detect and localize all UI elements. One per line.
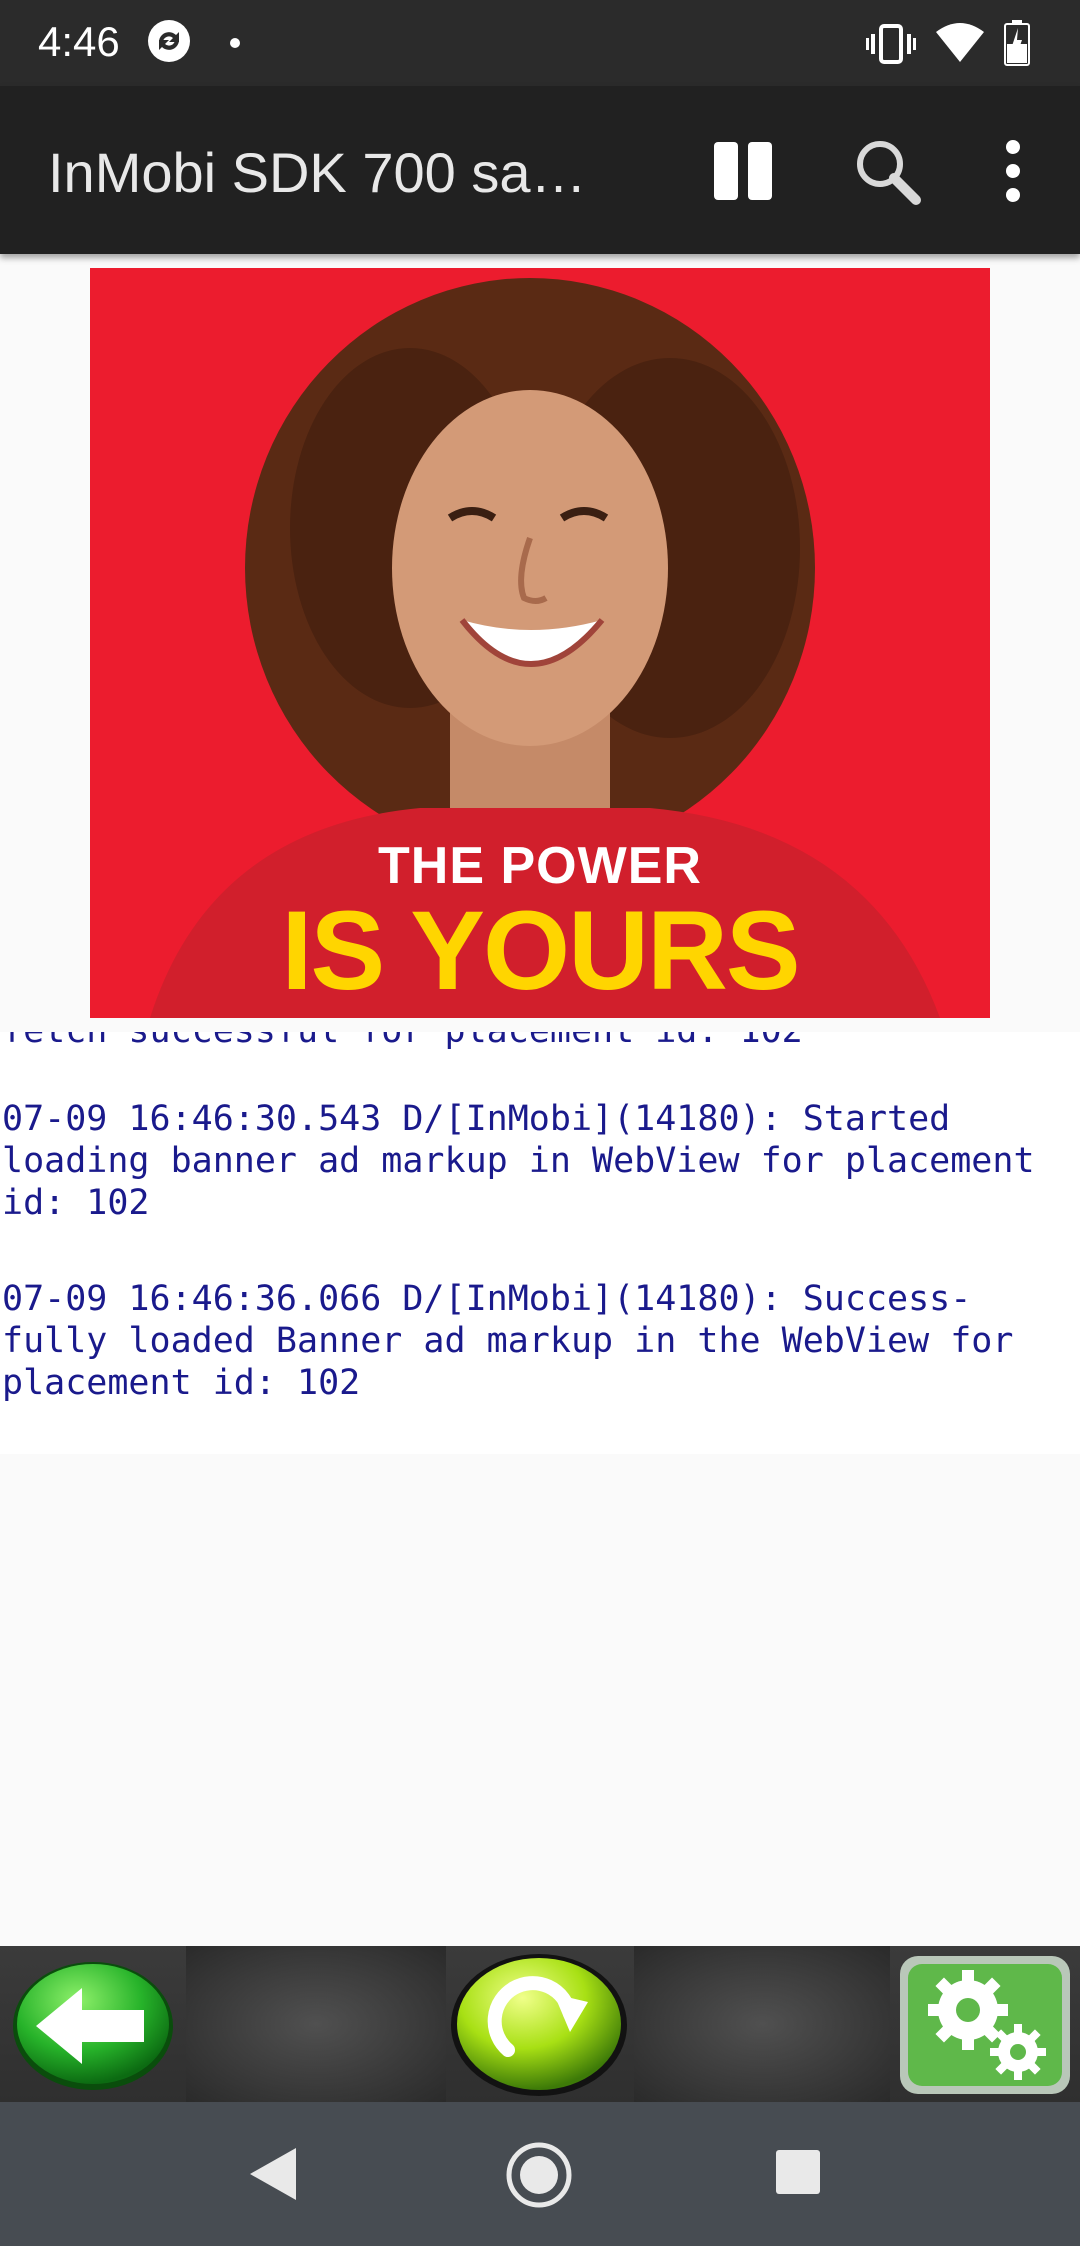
status-bar: 4:46 xyxy=(0,0,1080,86)
log-entry-partial: fetch successful for placement id: 102 xyxy=(0,1032,1080,1052)
notification-dot-icon xyxy=(230,38,240,48)
more-vert-icon[interactable] xyxy=(998,138,1028,204)
refresh-icon[interactable] xyxy=(448,1952,630,2098)
search-icon[interactable] xyxy=(852,136,922,206)
wifi-icon xyxy=(936,23,984,62)
log-entry: 07-09 16:46:30.543 D/[InMobi](14180): St… xyxy=(2,1099,1035,1223)
pause-icon[interactable] xyxy=(712,140,774,202)
log-entry: 07-09 16:46:36.066 D/[InMobi](14180): Su… xyxy=(2,1279,1014,1403)
battery-icon xyxy=(1004,20,1030,66)
log-console[interactable]: fetch successful for placement id: 102 0… xyxy=(0,1032,1080,1454)
vibrate-icon xyxy=(866,24,916,64)
toolbar-empty-slot xyxy=(634,1946,890,2102)
toolbar-empty-slot xyxy=(186,1946,446,2102)
bottom-toolbar xyxy=(0,1946,1080,2102)
banner-ad[interactable]: THE POWER IS YOURS xyxy=(90,268,990,1018)
sync-icon xyxy=(148,20,190,62)
app-title: InMobi SDK 700 sa… xyxy=(48,141,587,204)
settings-gears-icon[interactable] xyxy=(894,1952,1076,2098)
action-bar: InMobi SDK 700 sa… xyxy=(0,86,1080,254)
nav-back-icon[interactable] xyxy=(246,2146,302,2202)
back-arrow-icon[interactable] xyxy=(8,1958,178,2094)
system-nav-bar xyxy=(0,2102,1080,2246)
nav-recents-icon[interactable] xyxy=(774,2148,822,2196)
nav-home-icon[interactable] xyxy=(504,2140,574,2210)
status-time: 4:46 xyxy=(38,18,120,65)
banner-headline-line2: IS YOURS xyxy=(281,888,800,1013)
